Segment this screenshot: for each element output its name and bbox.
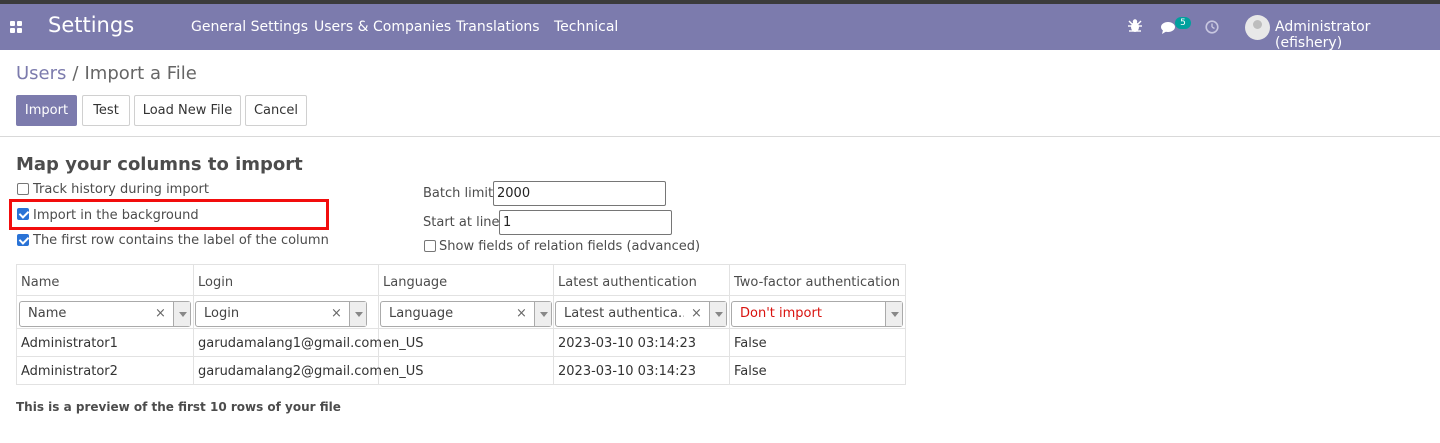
chevron-down-icon[interactable] [709, 302, 726, 326]
clear-icon[interactable]: × [691, 306, 702, 321]
cancel-button[interactable]: Cancel [245, 95, 307, 126]
column-header-login: Login [198, 275, 234, 290]
import-content: Map your columns to import Track history… [0, 137, 1440, 443]
menu-translations[interactable]: Translations [456, 19, 540, 35]
apps-icon[interactable] [10, 21, 22, 33]
start-line-input[interactable] [499, 210, 672, 235]
show-relation-fields-checkbox[interactable] [424, 240, 436, 252]
clear-icon[interactable]: × [516, 306, 527, 321]
field-mapping-select-two-factor[interactable]: Don't import [731, 301, 903, 327]
table-cell: 2023-03-10 03:14:23 [558, 364, 697, 379]
field-mapping-value: Language [389, 306, 454, 321]
field-mapping-select-name[interactable]: Name × [19, 301, 191, 327]
section-title: Map your columns to import [16, 154, 303, 175]
chevron-down-icon[interactable] [885, 302, 902, 326]
row-divider [17, 328, 905, 329]
table-cell: en_US [383, 364, 424, 379]
breadcrumb-current: Import a File [84, 63, 197, 84]
clear-icon[interactable]: × [155, 306, 166, 321]
chevron-down-icon[interactable] [173, 302, 190, 326]
table-cell: False [734, 364, 767, 379]
column-divider [193, 265, 194, 384]
user-menu[interactable]: Administrator (efishery) [1275, 19, 1440, 51]
track-history-label: Track history during import [33, 182, 209, 197]
table-cell: Administrator1 [21, 336, 118, 351]
batch-limit-label: Batch limit [423, 186, 494, 201]
table-cell: 2023-03-10 03:14:23 [558, 336, 697, 351]
field-mapping-select-language[interactable]: Language × [380, 301, 552, 327]
bug-icon[interactable] [1128, 18, 1142, 34]
batch-limit-input[interactable] [493, 181, 666, 206]
column-header-two-factor: Two-factor authentication [734, 275, 901, 290]
menu-users-companies[interactable]: Users & Companies [314, 19, 451, 35]
row-divider [17, 356, 905, 357]
test-button[interactable]: Test [82, 95, 130, 126]
row-divider [17, 295, 905, 296]
table-cell: garudamalang1@gmail.com [198, 336, 382, 351]
breadcrumb-users-link[interactable]: Users [16, 63, 66, 84]
field-mapping-value: Login [204, 306, 240, 321]
menu-technical[interactable]: Technical [554, 19, 618, 35]
top-navbar: Settings General Settings Users & Compan… [0, 4, 1440, 51]
chevron-down-icon[interactable] [534, 302, 551, 326]
field-mapping-value: Don't import [740, 306, 822, 321]
menu-general-settings[interactable]: General Settings [191, 19, 308, 35]
app-title[interactable]: Settings [48, 13, 134, 37]
field-mapping-value: Latest authentica… [564, 306, 684, 321]
table-cell: en_US [383, 336, 424, 351]
import-button[interactable]: Import [16, 95, 77, 126]
track-history-checkbox[interactable] [17, 183, 29, 195]
table-cell: Administrator2 [21, 364, 118, 379]
table-cell: garudamalang2@gmail.com [198, 364, 382, 379]
breadcrumb: Users / Import a File [16, 63, 197, 84]
user-avatar[interactable] [1245, 15, 1270, 40]
column-header-latest-auth: Latest authentication [558, 275, 697, 290]
column-header-language: Language [383, 275, 448, 290]
first-row-label-label: The first row contains the label of the … [33, 233, 329, 248]
highlight-box [9, 199, 329, 230]
clear-icon[interactable]: × [331, 306, 342, 321]
field-mapping-select-latest-auth[interactable]: Latest authentica… × [555, 301, 727, 327]
column-divider [553, 265, 554, 384]
field-mapping-value: Name [28, 306, 67, 321]
import-preview-table: Name Login Language Latest authenticatio… [16, 264, 906, 385]
table-cell: False [734, 336, 767, 351]
first-row-label-checkbox[interactable] [17, 234, 29, 246]
field-mapping-select-login[interactable]: Login × [195, 301, 367, 327]
clock-icon[interactable] [1205, 20, 1219, 34]
breadcrumb-separator: / [72, 63, 79, 84]
load-new-file-button[interactable]: Load New File [134, 95, 241, 126]
preview-note: This is a preview of the first 10 rows o… [16, 400, 341, 414]
show-relation-fields-label: Show fields of relation fields (advanced… [439, 239, 701, 254]
column-header-name: Name [21, 275, 60, 290]
start-line-label: Start at line [423, 215, 500, 230]
column-divider [729, 265, 730, 384]
chevron-down-icon[interactable] [349, 302, 366, 326]
control-panel: Users / Import a File Import Test Load New… [0, 50, 1440, 137]
chat-count-badge: 5 [1175, 17, 1191, 29]
